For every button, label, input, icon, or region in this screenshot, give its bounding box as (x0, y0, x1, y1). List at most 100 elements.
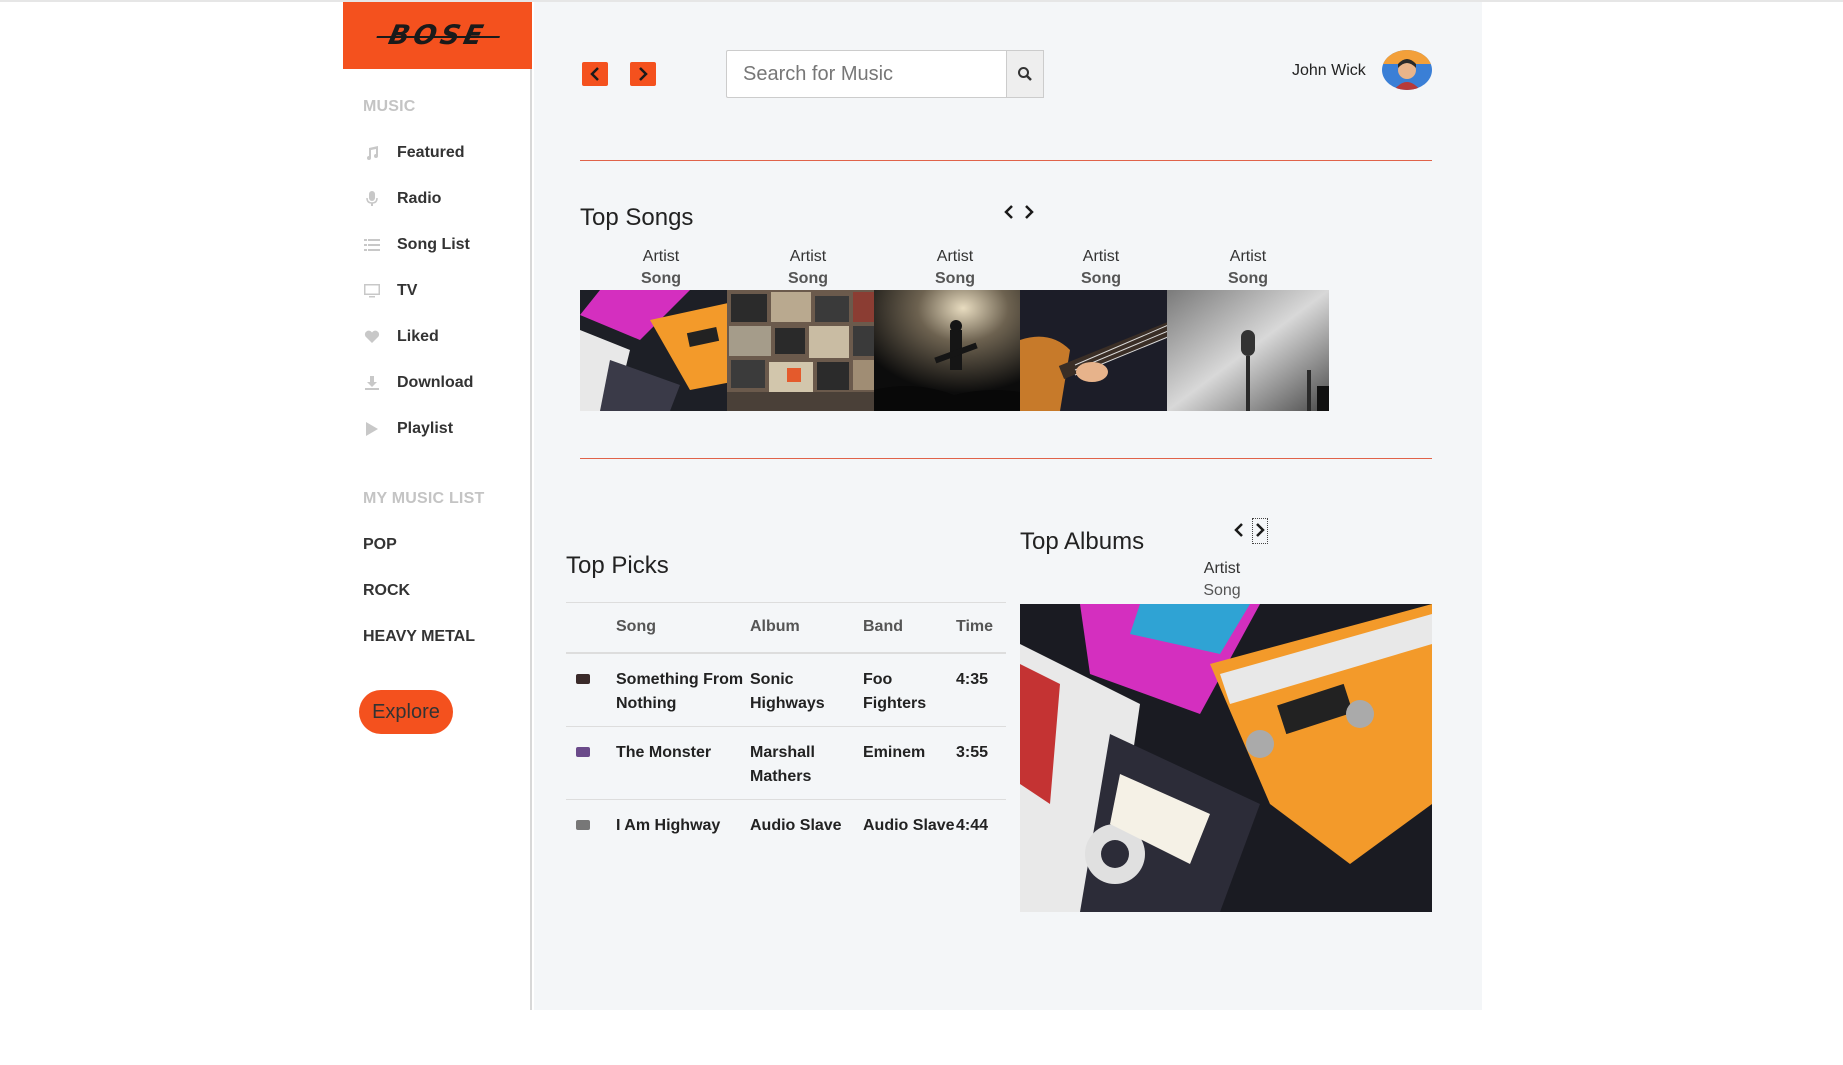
cell-song: The Monster (616, 726, 750, 800)
table-header-row: Song Album Band Time (566, 602, 1006, 654)
chevron-right-icon (1256, 523, 1265, 537)
album-song: Song (1203, 582, 1241, 599)
top-albums-next[interactable] (1252, 518, 1268, 544)
song-card-artist: Artist (936, 248, 974, 265)
sidebar-item-label: Featured (397, 144, 465, 161)
album-thumbnail-icon (576, 819, 590, 830)
cassette-tapes-image (580, 290, 742, 411)
my-music-list-label: MY MUSIC LIST (363, 490, 485, 507)
cell-time: 3:55 (956, 726, 1006, 800)
song-card[interactable]: Artist Song (1167, 246, 1329, 411)
cell-time: 4:44 (956, 816, 989, 834)
bass-guitar-image (1020, 290, 1182, 411)
main-content: John Wick Top Songs Artist Song Artist (534, 2, 1482, 1010)
table-row[interactable]: Something From Nothing Sonic Highways Fo… (566, 652, 1006, 727)
top-picks-table: Song Album Band Time Something From Noth… (566, 602, 1006, 872)
download-icon (363, 375, 381, 391)
divider (580, 160, 1432, 161)
play-icon (363, 421, 381, 437)
explore-button[interactable]: Explore (359, 690, 453, 734)
sidebar-item-label: Song List (397, 236, 470, 253)
table-row[interactable]: I Am Highway Audio Slave Audio Slave 4:4… (566, 799, 1006, 872)
sidebar-item-featured[interactable]: Featured (363, 142, 465, 164)
sidebar: BOSE MUSIC Featured Radio Song List TV L… (343, 2, 532, 1010)
song-card-artist: Artist (789, 248, 827, 265)
chevron-left-icon (1234, 523, 1243, 537)
avatar[interactable] (1382, 50, 1432, 90)
cell-time: 4:35 (956, 652, 1006, 727)
sidebar-item-song-list[interactable]: Song List (363, 234, 470, 256)
table-header-album[interactable]: Album (750, 602, 863, 654)
sidebar-item-liked[interactable]: Liked (363, 326, 439, 348)
sidebar-item-label: Playlist (397, 420, 454, 437)
chevron-right-icon (639, 67, 648, 81)
sidebar-item-radio[interactable]: Radio (363, 188, 441, 210)
microphone-stand-image (1167, 290, 1329, 411)
song-card-artist: Artist (1229, 248, 1267, 265)
song-card-song: Song (1081, 270, 1121, 287)
top-albums-prev[interactable] (1234, 520, 1244, 542)
sidebar-item-label: Download (397, 374, 474, 391)
cell-band: Foo Fighters (863, 652, 956, 727)
table-header-time[interactable]: Time (956, 602, 1006, 654)
cell-album: Sonic Highways (750, 652, 863, 727)
back-button[interactable] (582, 62, 608, 86)
album-thumbnail-icon (576, 673, 590, 684)
top-songs-prev[interactable] (1004, 202, 1014, 224)
song-card[interactable]: Artist Song (874, 246, 1036, 411)
album-artist: Artist (1203, 560, 1241, 577)
sidebar-item-playlist[interactable]: Playlist (363, 418, 453, 440)
album-cover-cassette-image[interactable] (1020, 604, 1432, 912)
table-header-song[interactable]: Song (616, 602, 750, 654)
microphone-icon (363, 191, 381, 207)
song-card[interactable]: Artist Song (1020, 246, 1182, 411)
list-icon (363, 237, 381, 253)
table-row[interactable]: The Monster Marshall Mathers Eminem 3:55 (566, 726, 1006, 800)
cell-song: Something From Nothing (616, 652, 750, 727)
logo-text: BOSE (385, 20, 490, 51)
chevron-left-icon (590, 67, 599, 81)
top-picks-title: Top Picks (566, 552, 669, 579)
concert-guitarist-image (874, 290, 1036, 411)
genre-pop[interactable]: POP (363, 536, 397, 554)
song-card-song: Song (641, 270, 681, 287)
cell-band: Audio Slave (863, 816, 955, 834)
user-name[interactable]: John Wick (1292, 62, 1366, 80)
song-card-song: Song (1228, 270, 1268, 287)
forward-button[interactable] (630, 62, 656, 86)
cell-album: Marshall Mathers (750, 726, 863, 800)
song-card-song: Song (935, 270, 975, 287)
song-card[interactable]: Artist Song (727, 246, 889, 411)
tv-icon (363, 283, 381, 299)
song-card-song: Song (788, 270, 828, 287)
bose-logo[interactable]: BOSE (343, 2, 532, 69)
music-section-label: MUSIC (363, 98, 416, 115)
sidebar-item-download[interactable]: Download (363, 372, 473, 394)
search-bar (726, 50, 1044, 98)
song-card-artist: Artist (642, 248, 680, 265)
table-header-icon (566, 602, 616, 654)
amplifier-wall-image (727, 290, 889, 411)
sidebar-item-label: Radio (397, 190, 442, 207)
song-card[interactable]: Artist Song (580, 246, 742, 411)
divider (580, 458, 1432, 459)
chevron-right-icon (1025, 205, 1034, 219)
search-input[interactable] (726, 50, 1006, 98)
table-header-band[interactable]: Band (863, 602, 956, 654)
sidebar-item-label: Liked (397, 328, 439, 345)
chevron-left-icon (1004, 205, 1013, 219)
album-thumbnail-icon (576, 746, 590, 757)
top-songs-title: Top Songs (580, 204, 694, 231)
sidebar-item-tv[interactable]: TV (363, 280, 417, 302)
genre-rock[interactable]: ROCK (363, 582, 410, 600)
cell-song: I Am Highway (616, 816, 721, 834)
heart-icon (363, 329, 381, 345)
genre-heavy-metal[interactable]: HEAVY METAL (363, 628, 475, 646)
sidebar-item-label: TV (397, 282, 418, 299)
top-albums-title: Top Albums (1020, 528, 1145, 555)
cell-band: Eminem (863, 726, 956, 800)
search-icon (1018, 67, 1032, 81)
top-songs-next[interactable] (1024, 202, 1034, 224)
search-button[interactable] (1006, 50, 1044, 98)
music-note-icon (363, 145, 381, 161)
